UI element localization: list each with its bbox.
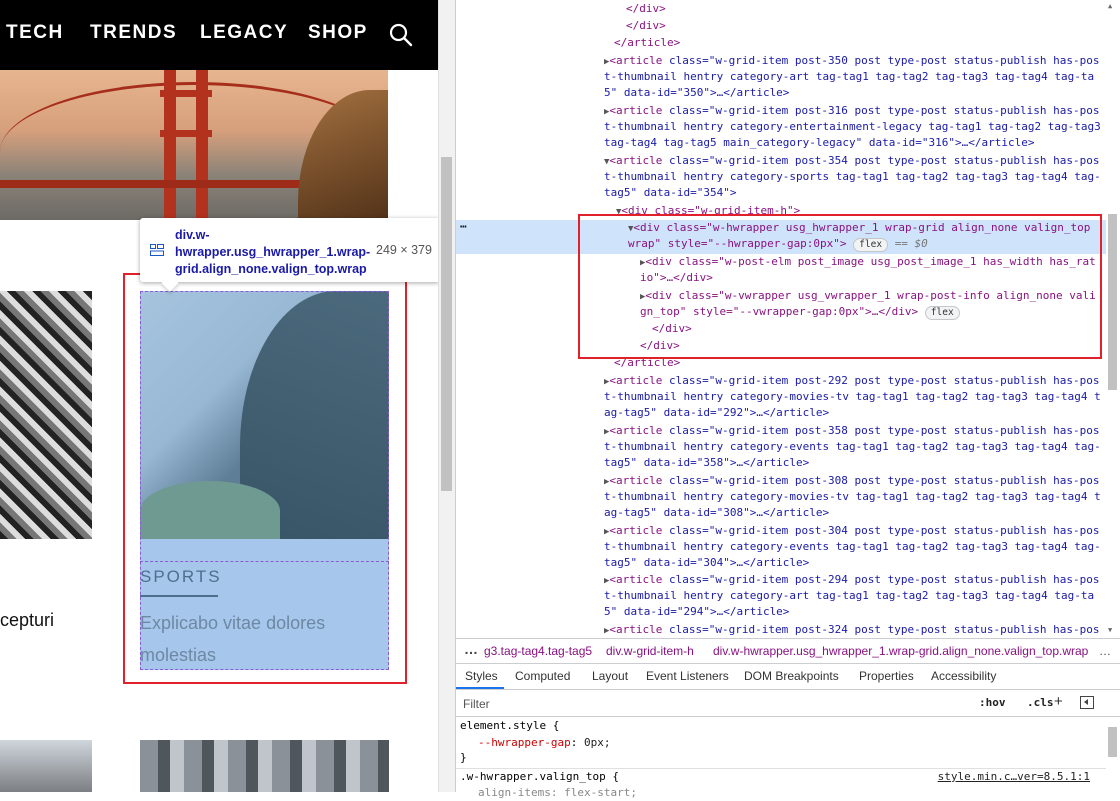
tooltip-selector: div.w-hwrapper.usg_hwrapper_1.wrap-grid.… [175, 228, 371, 276]
scroll-down-arrow-icon[interactable]: ▼ [1108, 626, 1112, 634]
post-title-partial[interactable]: cepturi [0, 610, 54, 631]
node-actions-dots[interactable]: ⋯ [460, 220, 467, 233]
dom-line[interactable]: </article> [614, 35, 680, 51]
dom-article-358[interactable]: ▶<article class="w-grid-item post-358 po… [604, 423, 1100, 439]
dom-article-292[interactable]: ▶<article class="w-grid-item post-292 po… [604, 373, 1100, 389]
dom-article-line[interactable]: ag-tag5" data-id="292">…</article> [604, 405, 829, 421]
breadcrumb-item[interactable]: g3.tag-tag4.tag-tag5 [484, 644, 592, 658]
stylesheet-source-link[interactable]: style.min.c…ver=8.5.1:1 [938, 770, 1090, 783]
breadcrumb-item[interactable]: div.w-grid-item-h [606, 644, 694, 658]
bridge-post-image[interactable] [0, 70, 388, 220]
styles-pane: element.style { --hwrapper-gap: 0px; } .… [456, 717, 1106, 799]
dom-article-line[interactable]: tag-tag4 tag-tag5 main_category-legacy" … [604, 135, 1034, 151]
scroll-up-arrow-icon[interactable]: ▲ [1108, 2, 1112, 10]
toggle-sidebar-icon[interactable] [1080, 696, 1094, 709]
tab-dom-breakpoints[interactable]: DOM Breakpoints [744, 669, 839, 683]
page-scrollbar-thumb[interactable] [441, 157, 452, 491]
new-style-rule-icon[interactable]: + [1054, 693, 1063, 710]
dom-article-line[interactable]: t-thumbnail hentry category-entertainmen… [604, 119, 1101, 135]
search-icon[interactable] [388, 22, 414, 48]
tooltip-size: 249 × 379 [376, 243, 432, 257]
dom-line[interactable]: </div> [626, 18, 666, 34]
breadcrumb-overflow[interactable]: … [464, 641, 478, 657]
dom-article-line[interactable]: tag5" data-id="304">…</article> [604, 555, 809, 571]
dom-article-line[interactable]: t-thumbnail hentry category-events tag-t… [604, 539, 1101, 555]
dom-article-308[interactable]: ▶<article class="w-grid-item post-308 po… [604, 473, 1100, 489]
city-post-image-right[interactable] [140, 740, 389, 792]
elements-tree: ⋯ </div> </div> </article> ▶<article cla… [456, 0, 1106, 638]
dom-line[interactable]: </div> [626, 1, 666, 17]
tab-computed[interactable]: Computed [515, 669, 570, 683]
cls-toggle[interactable]: .cls [1027, 696, 1054, 709]
nav-item-shop[interactable]: SHOP [308, 22, 368, 44]
tab-layout[interactable]: Layout [592, 669, 628, 683]
tab-accessibility[interactable]: Accessibility [931, 669, 996, 683]
rule-selector: element.style { [460, 719, 560, 732]
tab-properties[interactable]: Properties [859, 669, 914, 683]
styles-filter-input[interactable] [460, 694, 970, 714]
inspect-tooltip: div.w-hwrapper.usg_hwrapper_1.wrap-grid.… [140, 218, 438, 282]
devtools-panel: ⋯ </div> </div> </article> ▶<article cla… [455, 0, 1120, 799]
dom-article-324[interactable]: ▶<article class="w-grid-item post-324 po… [604, 622, 1100, 638]
dom-article-line[interactable]: t-thumbnail hentry category-events tag-t… [604, 439, 1101, 455]
rule-selector: .w-hwrapper.valign_top { [460, 770, 619, 783]
nav-item-trends[interactable]: TRENDS [90, 22, 177, 44]
active-tab-indicator [456, 687, 504, 689]
sidebar-tabs: Styles Computed Layout Event Listeners D… [456, 664, 1120, 690]
annotation-box-right [578, 214, 1102, 359]
style-declaration[interactable]: align-items: flex-start; [478, 785, 637, 801]
dom-article-line[interactable]: t-thumbnail hentry category-movies-tv ta… [604, 389, 1101, 405]
dom-article-350[interactable]: ▶<article class="w-grid-item post-350 po… [604, 53, 1100, 69]
dom-article-line[interactable]: t-thumbnail hentry category-art tag-tag1… [604, 69, 1094, 85]
city-post-image-left[interactable] [0, 740, 92, 792]
dom-article-line[interactable]: t-thumbnail hentry category-sports tag-t… [604, 169, 1101, 185]
tab-styles[interactable]: Styles [465, 669, 498, 683]
bw-structure-post-image[interactable] [0, 291, 92, 539]
styles-scrollbar-thumb[interactable] [1108, 727, 1117, 757]
dom-article-294[interactable]: ▶<article class="w-grid-item post-294 po… [604, 572, 1100, 588]
nav-item-legacy[interactable]: LEGACY [200, 22, 288, 44]
dom-article-line[interactable]: t-thumbnail hentry category-movies-tv ta… [604, 489, 1101, 505]
dom-breadcrumbs: … g3.tag-tag4.tag-tag5 div.w-grid-item-h… [456, 638, 1120, 664]
hov-toggle[interactable]: :hov [979, 696, 1006, 709]
dom-article-line[interactable]: tag5" data-id="354"> [604, 185, 736, 201]
dom-article-316[interactable]: ▶<article class="w-grid-item post-316 po… [604, 103, 1100, 119]
elements-scrollbar-thumb[interactable] [1108, 214, 1117, 390]
dom-article-line[interactable]: t-thumbnail hentry category-art tag-tag1… [604, 588, 1094, 604]
bridge-tower-beam [160, 130, 212, 137]
nav-item-tech[interactable]: TECH [6, 22, 64, 44]
website-viewport: TECH TRENDS LEGACY SHOP cepturi SPORTS E… [0, 0, 438, 792]
dom-article-line[interactable]: tag5" data-id="358">…</article> [604, 455, 809, 471]
dom-article-line[interactable]: 5" data-id="294">…</article> [604, 604, 789, 620]
rule-close: } [460, 751, 467, 764]
style-declaration[interactable]: --hwrapper-gap: 0px; [478, 735, 610, 751]
annotation-box-left [123, 273, 407, 684]
styles-filter-bar: :hov .cls + [456, 691, 1120, 717]
dom-article-line[interactable]: ag-tag5" data-id="308">…</article> [604, 505, 829, 521]
bridge-tower-beam [160, 90, 212, 97]
top-navigation: TECH TRENDS LEGACY SHOP [0, 0, 438, 70]
breadcrumb-item-active[interactable]: div.w-hwrapper.usg_hwrapper_1.wrap-grid.… [713, 644, 1088, 658]
tab-event-listeners[interactable]: Event Listeners [646, 669, 729, 683]
dom-article-line[interactable]: 5" data-id="350">…</article> [604, 85, 789, 101]
dom-article-304[interactable]: ▶<article class="w-grid-item post-304 po… [604, 523, 1100, 539]
breadcrumb-overflow[interactable]: … [1099, 644, 1111, 658]
dom-article-354[interactable]: ▼<article class="w-grid-item post-354 po… [604, 153, 1100, 169]
flex-container-icon [150, 244, 164, 256]
